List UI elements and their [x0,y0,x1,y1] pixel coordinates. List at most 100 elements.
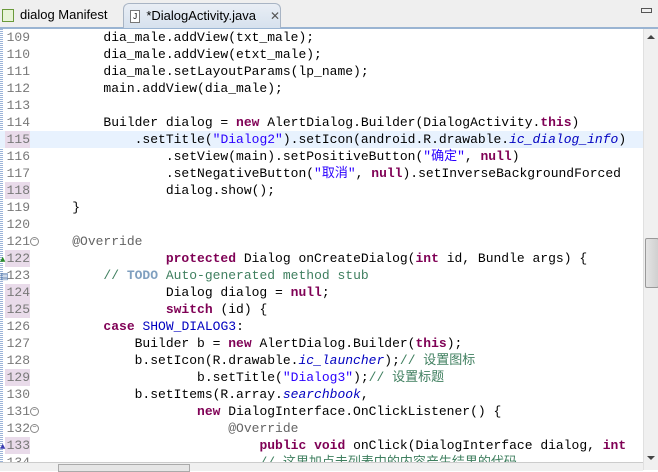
code-token: this [415,336,447,351]
code-line[interactable]: 111 dia_male.setLayoutParams(lp_name); [0,63,643,80]
code-line[interactable]: 117 .setNegativeButton("取消", null).setIn… [0,165,643,182]
code-token: , [360,387,369,402]
code-line[interactable]: 116 .setView(main).setPositiveButton("确定… [0,148,643,165]
tab-dialog-activity-java[interactable]: J *DialogActivity.java ✕ [123,3,281,28]
code-line[interactable]: 131− new DialogInterface.OnClickListener… [0,403,643,420]
code-token: .setNegativeButton( [41,166,315,181]
code-line[interactable]: 115 .setTitle("Dialog2").setIcon(android… [0,131,643,148]
line-number: 132 [6,421,30,436]
code-token: ); [353,370,369,385]
code-token: (id) { [212,302,268,317]
code-line[interactable]: 129 b.setTitle("Dialog3");// 设置标题 [0,369,643,386]
code-token: main.addView(dia_male); [41,81,283,96]
code-token: ); [446,336,463,351]
line-number: 125 [5,301,30,318]
code-token: int [415,251,439,266]
code-token: new [236,115,260,130]
code-text: new DialogInterface.OnClickListener() { [41,403,501,420]
code-line[interactable]: 127 Builder b = new AlertDialog.Builder(… [0,335,643,352]
code-token: Auto-generated method stub [158,268,369,283]
code-line[interactable]: 124 Dialog dialog = null; [0,284,643,301]
code-token: ) [511,149,520,164]
code-line[interactable]: 121− @Override [0,233,643,250]
code-token: , [355,166,372,181]
code-token: ic_dialog_info [509,132,619,147]
code-line[interactable]: 134 // 这里加点击列表中的内容产生结果的代码 [0,454,643,462]
scroll-down-arrow-icon[interactable] [647,456,655,460]
line-number: 122 [5,250,30,267]
vertical-scrollbar[interactable] [643,29,658,470]
code-token: void [314,438,346,453]
code-line[interactable]: 119 } [0,199,643,216]
code-line[interactable]: 118 dialog.show(); [0,182,643,199]
minimize-button[interactable] [641,8,652,13]
code-token: public [259,438,307,453]
code-token: SHOW_DIALOG3 [142,319,237,334]
code-token: AlertDialog.Builder(DialogActivity. [259,115,541,130]
code-line[interactable]: 125 switch (id) { [0,301,643,318]
code-token: AlertDialog.Builder( [251,336,416,351]
code-text: Builder dialog = new AlertDialog.Builder… [41,114,579,131]
code-editor[interactable]: 109 dia_male.addView(txt_male); 110 dia_m… [0,29,643,462]
editor-tab-bar: dialog Manifest J *DialogActivity.java ✕ [0,0,658,29]
code-text: b.setItems(R.array.searchbook, [41,386,369,403]
line-number: 127 [6,336,30,351]
code-token: .setView(main).setPositiveButton( [41,149,424,164]
line-number: 113 [6,98,30,113]
code-line[interactable]: 112 main.addView(dia_male); [0,80,643,97]
code-line[interactable]: 128 b.setIcon(R.drawable.ic_launcher);//… [0,352,643,369]
line-number: 115 [5,131,30,148]
fold-toggle-icon[interactable]: − [30,407,39,416]
code-token: this [540,115,572,130]
code-text: switch (id) { [41,301,267,318]
code-token: , [464,149,481,164]
close-tab-icon[interactable]: ✕ [270,4,280,28]
code-line[interactable]: 126 case SHOW_DIALOG3: [0,318,643,335]
code-line[interactable]: 133 ▲ public void onClick(DialogInterface… [0,437,643,454]
code-line[interactable]: 120 [0,216,643,233]
code-token: ) [571,115,580,130]
code-text: .setTitle("Dialog2").setIcon(android.R.d… [41,131,627,148]
fold-toggle-icon[interactable]: − [30,424,39,433]
code-text: b.setTitle("Dialog3");// 设置标题 [41,369,444,386]
code-text: dialog.show(); [41,182,275,199]
code-line[interactable]: 122 ▲ protected Dialog onCreateDialog(int… [0,250,643,267]
code-text: @Override [41,233,142,250]
code-token: null [290,285,322,300]
fold-toggle-icon[interactable]: − [30,237,39,246]
code-token: // 设置图标 [399,353,476,368]
code-token: case [103,319,135,334]
line-number: 114 [6,115,30,130]
code-token: DialogInterface.OnClickListener() { [220,404,502,419]
code-line[interactable]: 132− @Override [0,420,643,437]
code-token: "确定" [423,149,465,164]
code-token: int [602,438,627,453]
code-text: .setView(main).setPositiveButton("确定", n… [41,148,520,165]
tab-dialog-manifest[interactable]: dialog Manifest [0,3,113,27]
code-token: b.setTitle( [41,370,283,385]
code-line[interactable]: 123 ▤ // TODO Auto-generated method stub [0,267,643,284]
scrollbar-thumb[interactable] [645,238,658,288]
horizontal-scrollbar-thumb[interactable] [58,464,190,472]
code-token: null [371,166,403,181]
code-line[interactable]: 113 [0,97,643,114]
code-line[interactable]: 109 dia_male.addView(txt_male); [0,29,643,46]
code-token: dia_male.setLayoutParams(lp_name); [41,64,369,79]
tab-label: *DialogActivity.java [146,8,256,23]
code-line[interactable]: 110 dia_male.addView(etxt_male); [0,46,643,63]
line-number: 120 [6,217,30,232]
code-token: ).setInverseBackgroundForced [402,166,621,181]
code-text: dia_male.addView(etxt_male); [41,46,322,63]
code-token: new [197,404,221,419]
code-text: public void onClick(DialogInterface dial… [41,437,626,454]
scroll-up-arrow-icon[interactable] [647,35,655,39]
code-line[interactable]: 130 b.setItems(R.array.searchbook, [0,386,643,403]
code-line[interactable]: 114 Builder dialog = new AlertDialog.Bui… [0,114,643,131]
code-token: dia_male.addView(etxt_male); [41,47,322,62]
code-token: @Override [228,421,299,436]
